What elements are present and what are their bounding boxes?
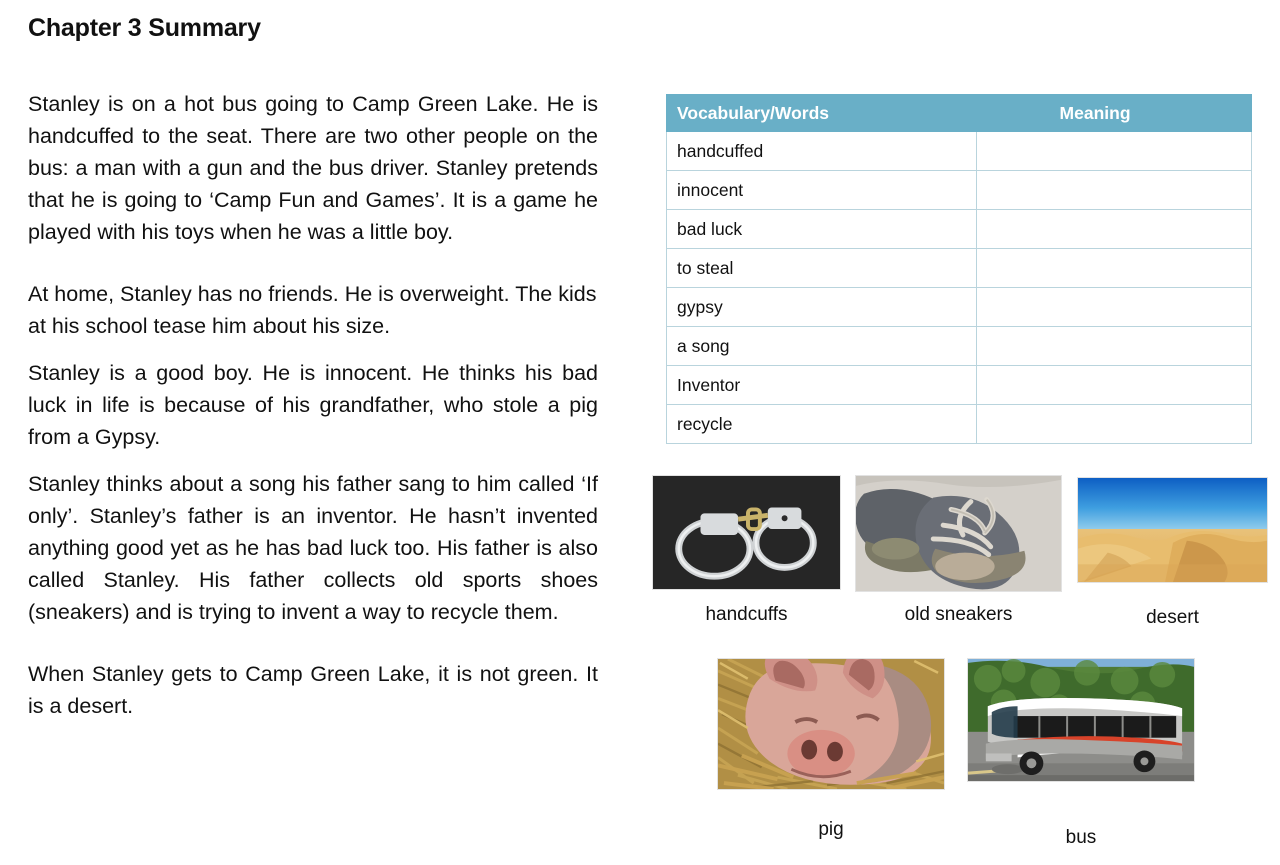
vocabulary-word-cell: to steal [665, 248, 978, 288]
meaning-cell[interactable] [976, 404, 1252, 444]
bus-photo [967, 658, 1195, 782]
meaning-cell[interactable] [976, 326, 1252, 366]
table-row: innocent [665, 170, 1252, 210]
column-header-meaning: Meaning [976, 94, 1252, 132]
summary-paragraph-2: At home, Stanley has no friends. He is o… [28, 282, 597, 338]
old-sneakers-photo [855, 475, 1062, 592]
caption-old-sneakers: old sneakers [904, 604, 1013, 625]
meaning-cell[interactable] [976, 209, 1252, 249]
vocabulary-word-cell: bad luck [665, 209, 978, 249]
summary-paragraph-3: Stanley is a good boy. He is innocent. H… [28, 361, 598, 449]
table-row: bad luck [665, 209, 1252, 249]
vocabulary-word-cell: innocent [665, 170, 978, 210]
table-row: to steal [665, 248, 1252, 288]
table-row: gypsy [665, 287, 1252, 327]
picture-old-sneakers [855, 475, 1062, 592]
caption-desert: desert [1146, 607, 1199, 628]
picture-bus [967, 658, 1195, 782]
caption-bus: bus [1065, 827, 1097, 848]
page-title: Chapter 3 Summary [28, 14, 261, 42]
handcuffs-photo [652, 475, 841, 590]
table-row: handcuffed [665, 131, 1252, 171]
vocabulary-table: Vocabulary/Words Meaning handcuffed innoc… [665, 94, 1252, 444]
desert-photo [1077, 477, 1268, 583]
vocabulary-word-cell: handcuffed [665, 131, 978, 171]
vocabulary-word-cell: Inventor [665, 365, 978, 405]
meaning-cell[interactable] [976, 287, 1252, 327]
summary-paragraph-4: Stanley thinks about a song his father s… [28, 472, 598, 624]
summary-paragraph-1: Stanley is on a hot bus going to Camp Gr… [28, 92, 598, 244]
vocabulary-word-cell: a song [665, 326, 978, 366]
pig-photo [717, 658, 945, 790]
meaning-cell[interactable] [976, 248, 1252, 288]
column-header-vocabulary: Vocabulary/Words [665, 94, 978, 132]
table-row: a song [665, 326, 1252, 366]
summary-paragraph-5: When Stanley gets to Camp Green Lake, it… [28, 662, 598, 718]
table-header-row: Vocabulary/Words Meaning [665, 94, 1252, 132]
caption-pig: pig [818, 819, 844, 840]
meaning-cell[interactable] [976, 365, 1252, 405]
picture-desert [1077, 477, 1268, 583]
caption-handcuffs: handcuffs [705, 604, 788, 625]
table-row: Inventor [665, 365, 1252, 405]
vocabulary-table-body: handcuffed innocent bad luck to steal gypsy a… [665, 131, 1252, 444]
picture-pig [717, 658, 945, 790]
vocabulary-word-cell: gypsy [665, 287, 978, 327]
picture-handcuffs [652, 475, 841, 590]
vocabulary-word-cell: recycle [665, 404, 978, 444]
meaning-cell[interactable] [976, 131, 1252, 171]
meaning-cell[interactable] [976, 170, 1252, 210]
table-row: recycle [665, 404, 1252, 444]
summary-text-column: Stanley is on a hot bus going to Camp Gr… [28, 88, 598, 722]
